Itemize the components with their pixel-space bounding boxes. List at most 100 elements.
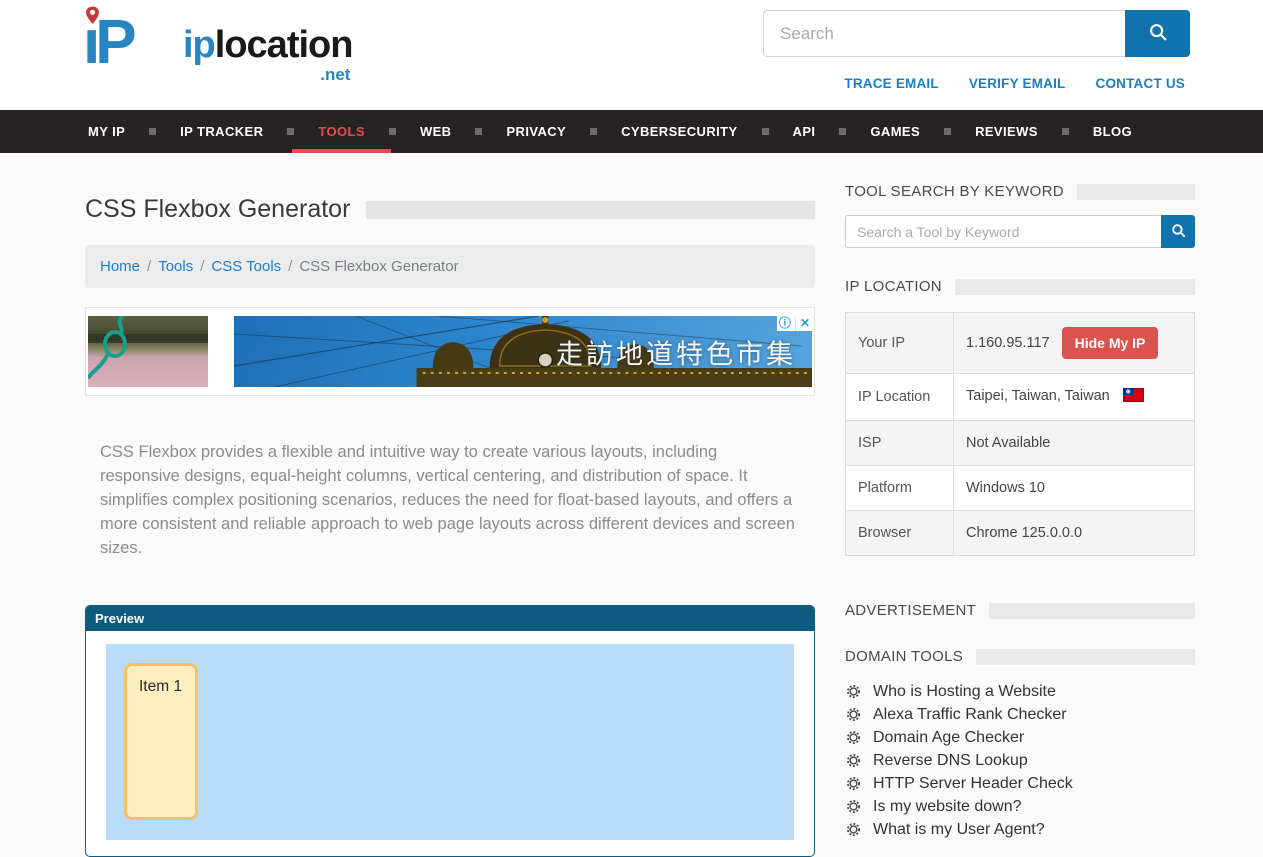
domain-tools-list: Who is Hosting a Website Alexa Traffic R… [845, 680, 1195, 841]
platform-value: Windows 10 [954, 466, 1195, 511]
adchoices-info-icon[interactable]: ⓘ [779, 316, 791, 331]
gear-icon [845, 798, 862, 815]
domain-tool-link[interactable]: Reverse DNS Lookup [873, 752, 1028, 770]
gear-icon [845, 752, 862, 769]
gear-icon [845, 775, 862, 792]
ad-banner[interactable]: 走訪地道特色市集 ⓘ ✕ [85, 307, 815, 396]
location-pin-icon [85, 6, 100, 30]
domain-tool-link[interactable]: Who is Hosting a Website [873, 683, 1056, 701]
ad-main-image[interactable]: 走訪地道特色市集 ⓘ ✕ [234, 316, 812, 387]
isp-value: Not Available [954, 421, 1195, 466]
tool-search-input[interactable] [845, 215, 1161, 248]
list-item: Reverse DNS Lookup [845, 749, 1195, 772]
breadcrumb-home[interactable]: Home [100, 258, 140, 275]
ad-controls: ⓘ ✕ [777, 316, 812, 331]
breadcrumb-current: CSS Flexbox Generator [299, 258, 458, 275]
row-label: ISP [846, 421, 954, 466]
site-logo[interactable]: ıP iplocation .net [75, 4, 352, 80]
logo-wordmark: iplocation .net [183, 24, 352, 67]
nav-item-web[interactable]: WEB [418, 110, 454, 153]
main-content: CSS Flexbox Generator Home / Tools / CSS Too… [0, 153, 1263, 857]
domain-tools-heading-row: DOMAIN TOOLS [845, 648, 1195, 665]
heading-decoration-bar [1077, 184, 1195, 200]
table-row: Platform Windows 10 [846, 466, 1195, 511]
trace-email-link[interactable]: TRACE EMAIL [844, 76, 938, 91]
verify-email-link[interactable]: VERIFY EMAIL [969, 76, 1066, 91]
list-item: Domain Age Checker [845, 726, 1195, 749]
search-icon [1170, 222, 1187, 242]
hide-my-ip-button[interactable]: Hide My IP [1062, 327, 1159, 359]
advertisement-heading: ADVERTISEMENT [845, 602, 976, 619]
domain-tool-link[interactable]: Alexa Traffic Rank Checker [873, 706, 1067, 724]
tool-search-heading: TOOL SEARCH BY KEYWORD [845, 183, 1064, 200]
ad-close-icon[interactable]: ✕ [795, 316, 810, 331]
breadcrumb-separator: / [200, 258, 204, 275]
list-item: Is my website down? [845, 795, 1195, 818]
table-row: ISP Not Available [846, 421, 1195, 466]
row-label: Your IP [846, 313, 954, 374]
breadcrumb: Home / Tools / CSS Tools / CSS Flexbox Generat… [85, 245, 815, 288]
breadcrumb-separator: / [288, 258, 292, 275]
domain-tool-link[interactable]: HTTP Server Header Check [873, 775, 1073, 793]
nav-item-games[interactable]: GAMES [868, 110, 922, 153]
header-utility-links: TRACE EMAIL VERIFY EMAIL CONTACT US [844, 76, 1185, 91]
nav-item-my-ip[interactable]: MY IP [86, 110, 127, 153]
logo-word-ip: ip [183, 24, 215, 66]
tool-search-heading-row: TOOL SEARCH BY KEYWORD [845, 183, 1195, 200]
nav-separator [475, 128, 482, 135]
ip-location-value: Taipei, Taiwan, Taiwan [966, 388, 1110, 404]
breadcrumb-css-tools[interactable]: CSS Tools [211, 258, 281, 275]
your-ip-value: 1.160.95.117 [966, 335, 1050, 351]
domain-tool-link[interactable]: What is my User Agent? [873, 821, 1045, 839]
domain-tool-link[interactable]: Domain Age Checker [873, 729, 1024, 747]
domain-tool-link[interactable]: Is my website down? [873, 798, 1022, 816]
ad-caption: 走訪地道特色市集 [556, 332, 796, 371]
header-search [763, 10, 1190, 57]
nav-item-api[interactable]: API [791, 110, 818, 153]
tool-search [845, 215, 1195, 248]
nav-separator [762, 128, 769, 135]
browser-value: Chrome 125.0.0.0 [954, 511, 1195, 556]
gear-icon [845, 729, 862, 746]
contact-us-link[interactable]: CONTACT US [1096, 76, 1186, 91]
nav-separator [839, 128, 846, 135]
domain-tools-heading: DOMAIN TOOLS [845, 648, 963, 665]
title-decoration-bar [366, 201, 815, 219]
page-title: CSS Flexbox Generator [85, 195, 350, 224]
nav-item-cybersecurity[interactable]: CYBERSECURITY [619, 110, 739, 153]
table-row: IP Location Taipei, Taiwan, Taiwan [846, 374, 1195, 421]
logo-tld: .net [320, 65, 350, 85]
main-nav: MY IP IP TRACKER TOOLS WEB PRIVACY CYBER… [0, 110, 1263, 153]
flexbox-preview-container: Item 1 [106, 644, 794, 840]
breadcrumb-tools[interactable]: Tools [158, 258, 193, 275]
ip-location-heading: IP LOCATION [845, 278, 942, 295]
ad-thumbnail-image[interactable] [88, 316, 208, 387]
nav-item-reviews[interactable]: REVIEWS [973, 110, 1040, 153]
preview-card-body: Item 1 [86, 631, 814, 856]
flexbox-preview-item: Item 1 [124, 663, 198, 820]
row-label: Platform [846, 466, 954, 511]
tool-search-button[interactable] [1161, 215, 1195, 248]
taiwan-flag-icon [1123, 390, 1144, 406]
table-row: Browser Chrome 125.0.0.0 [846, 511, 1195, 556]
header-search-input[interactable] [763, 10, 1125, 57]
row-label: Browser [846, 511, 954, 556]
sidebar: TOOL SEARCH BY KEYWORD IP LOCATION Your … [845, 183, 1195, 857]
nav-separator [149, 128, 156, 135]
heading-decoration-bar [989, 603, 1195, 619]
header-search-button[interactable] [1125, 10, 1190, 57]
gear-icon [845, 683, 862, 700]
nav-separator [287, 128, 294, 135]
breadcrumb-separator: / [147, 258, 151, 275]
list-item: HTTP Server Header Check [845, 772, 1195, 795]
list-item: Alexa Traffic Rank Checker [845, 703, 1195, 726]
row-label: IP Location [846, 374, 954, 421]
nav-item-blog[interactable]: BLOG [1091, 110, 1134, 153]
preview-card-header: Preview [86, 606, 814, 631]
nav-item-tools[interactable]: TOOLS [316, 110, 367, 153]
nav-item-ip-tracker[interactable]: IP TRACKER [178, 110, 265, 153]
nav-item-privacy[interactable]: PRIVACY [504, 110, 568, 153]
ip-location-table: Your IP 1.160.95.117 Hide My IP IP Locat… [845, 312, 1195, 556]
advertisement-heading-row: ADVERTISEMENT [845, 602, 1195, 619]
nav-separator [944, 128, 951, 135]
